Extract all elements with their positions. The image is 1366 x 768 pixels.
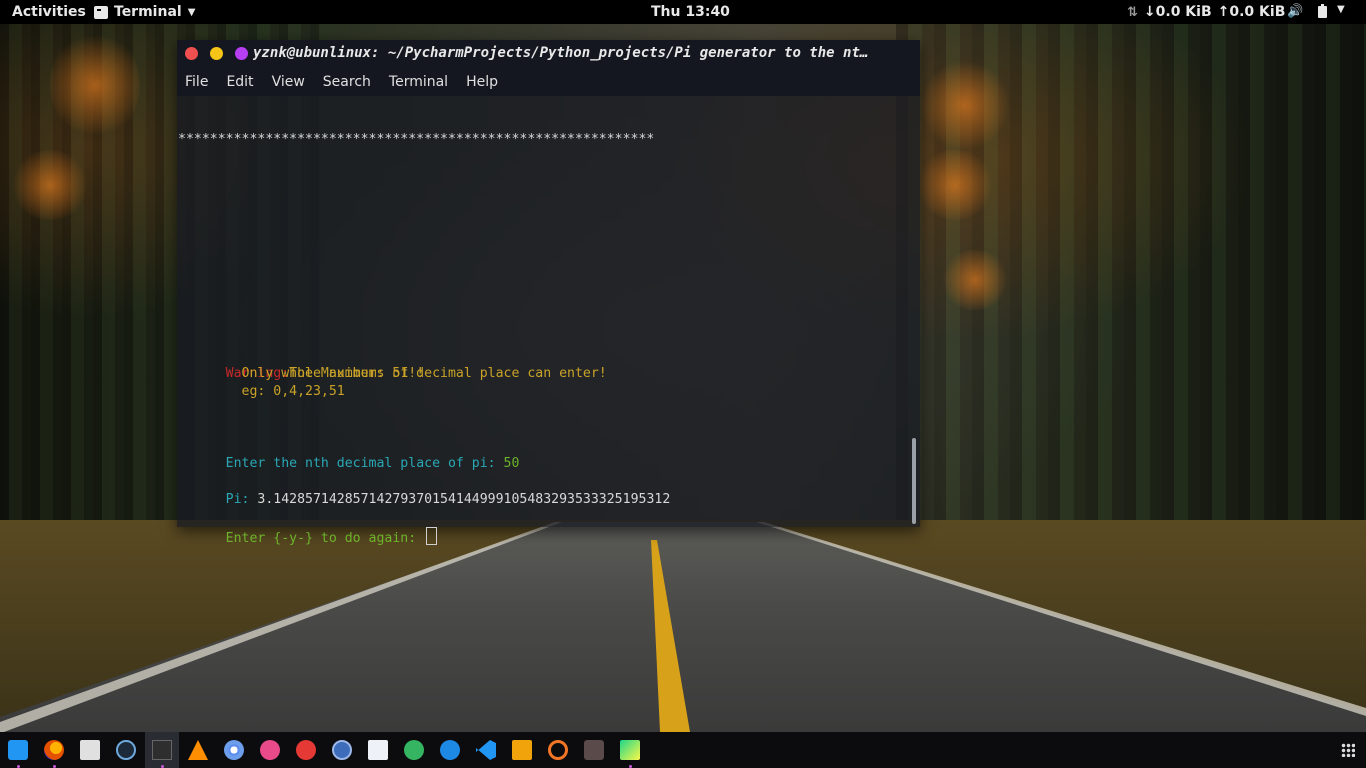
autumn-foliage xyxy=(940,250,1010,310)
terminal-window[interactable]: yznk@ubunlinux: ~/PycharmProjects/Python… xyxy=(177,40,920,546)
autumn-foliage xyxy=(915,150,995,220)
net-speed-indicator[interactable]: ⇅ ↓0.0 KiB ↑0.0 KiB xyxy=(1127,4,1285,20)
pi-value: 3.14285714285714279370154144999105483293… xyxy=(257,492,671,507)
menu-help[interactable]: Help xyxy=(466,74,498,90)
decimal-input-value: 50 xyxy=(503,456,520,471)
files-icon[interactable] xyxy=(8,740,28,760)
screen-recorder-icon[interactable] xyxy=(584,740,604,760)
music-icon[interactable] xyxy=(296,740,316,760)
autumn-foliage xyxy=(50,30,140,140)
clock[interactable]: Thu 13:40 xyxy=(651,4,730,20)
app-menu-label: Terminal xyxy=(114,4,182,20)
network-arrows-icon: ⇅ xyxy=(1127,4,1138,20)
firefox-icon[interactable] xyxy=(44,740,64,760)
pi-label: Pi: xyxy=(225,492,258,507)
menu-edit[interactable]: Edit xyxy=(226,74,253,90)
sublime-text-icon[interactable] xyxy=(512,740,532,760)
scrollbar[interactable] xyxy=(912,438,916,524)
stars-separator: ****************************************… xyxy=(178,132,655,147)
battery-icon[interactable] xyxy=(1318,4,1327,18)
again-prompt: Enter {-y-} to do again: xyxy=(225,531,425,546)
pycharm-icon[interactable] xyxy=(620,740,640,760)
window-title: yznk@ubunlinux: ~/PycharmProjects/Python… xyxy=(253,45,869,61)
warning-line-3: eg: 0,4,23,51 xyxy=(178,384,345,399)
menu-view[interactable]: View xyxy=(272,74,305,90)
vlc-icon[interactable] xyxy=(188,740,208,760)
warning-line-2: Only whole numbers of decimal place can … xyxy=(178,366,607,381)
close-button[interactable] xyxy=(185,47,198,60)
top-panel: Activities Terminal ▼ Thu 13:40 ⇅ ↓0.0 K… xyxy=(0,0,1366,24)
text-cursor[interactable] xyxy=(426,527,438,545)
chromium-icon[interactable] xyxy=(224,740,244,760)
spotify-icon[interactable] xyxy=(404,740,424,760)
autumn-foliage xyxy=(10,150,90,220)
menu-file[interactable]: File xyxy=(185,74,208,90)
decimal-prompt: Enter the nth decimal place of pi: xyxy=(225,456,504,471)
autumn-foliage xyxy=(920,60,1010,150)
net-down-speed: ↓0.0 KiB xyxy=(1143,4,1212,20)
dock xyxy=(0,732,1366,768)
settings-wheel-icon[interactable] xyxy=(116,740,136,760)
menu-search[interactable]: Search xyxy=(323,74,371,90)
image-viewer-icon[interactable] xyxy=(80,740,100,760)
activities-button[interactable]: Activities xyxy=(12,4,86,20)
terminal-icon[interactable] xyxy=(152,740,172,760)
text-editor-icon[interactable] xyxy=(368,740,388,760)
jupyter-icon[interactable] xyxy=(548,740,568,760)
system-settings-icon[interactable] xyxy=(332,740,352,760)
show-applications-icon[interactable] xyxy=(1341,743,1355,757)
terminal-output[interactable]: ****************************************… xyxy=(178,96,910,546)
vscode-icon[interactable] xyxy=(476,740,496,760)
audio-recorder-icon[interactable] xyxy=(260,740,280,760)
net-up-speed: ↑0.0 KiB xyxy=(1217,4,1286,20)
minimize-button[interactable] xyxy=(210,47,223,60)
volume-icon[interactable]: 🔊 xyxy=(1287,4,1303,19)
maximize-button[interactable] xyxy=(235,47,248,60)
chevron-down-icon[interactable]: ▼ xyxy=(1337,4,1345,15)
terminal-icon xyxy=(94,5,108,19)
menu-bar: File Edit View Search Terminal Help xyxy=(177,68,920,96)
chevron-down-icon: ▼ xyxy=(187,6,196,18)
again-prompt-line: Enter {-y-} to do again: xyxy=(178,509,438,566)
browser-icon[interactable] xyxy=(440,740,460,760)
title-bar[interactable]: yznk@ubunlinux: ~/PycharmProjects/Python… xyxy=(177,40,920,68)
menu-terminal[interactable]: Terminal xyxy=(389,74,448,90)
app-menu[interactable]: Terminal ▼ xyxy=(94,4,195,20)
